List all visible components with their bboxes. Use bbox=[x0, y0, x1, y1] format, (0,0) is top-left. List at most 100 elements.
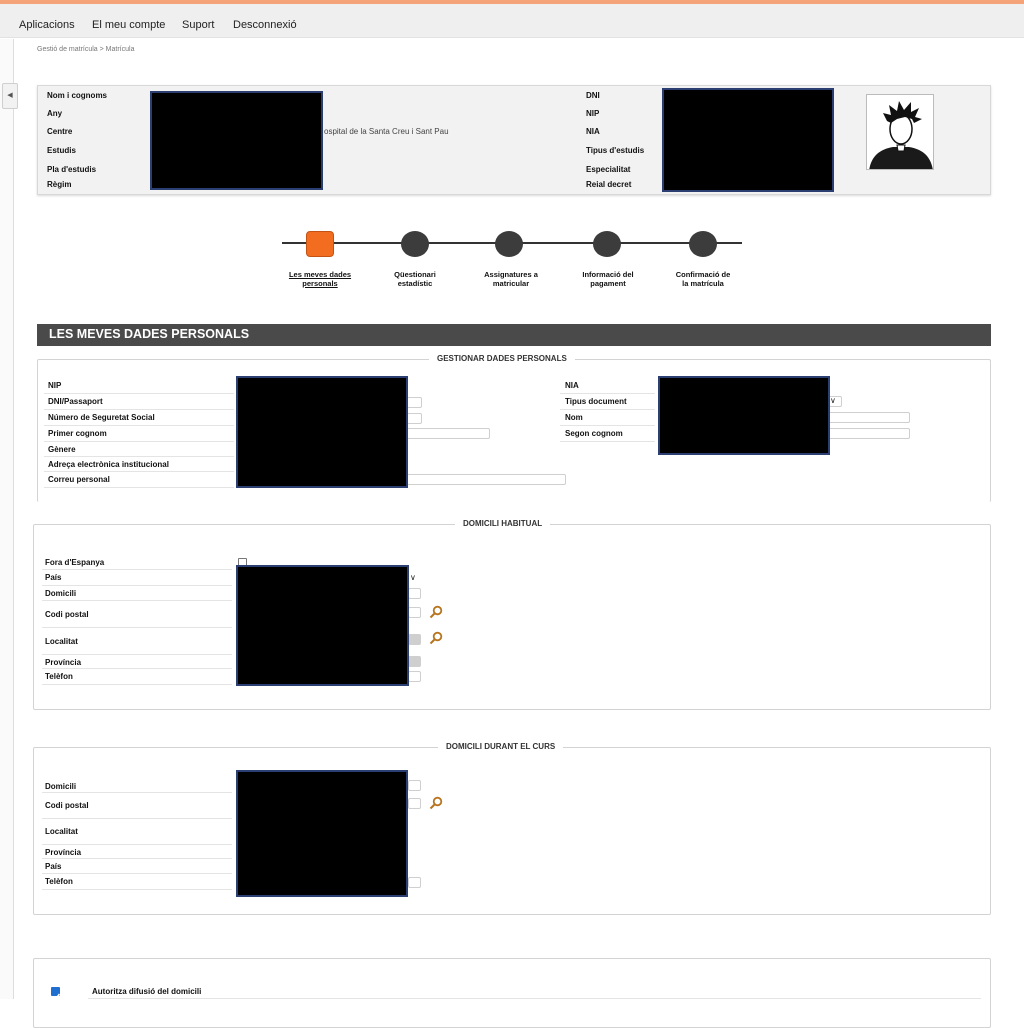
search-icon[interactable] bbox=[429, 631, 443, 645]
nip-label: NIP bbox=[586, 109, 600, 118]
step-label-4[interactable]: Informació del pagament bbox=[563, 270, 653, 288]
email-input[interactable] bbox=[400, 474, 566, 485]
surname1-input[interactable] bbox=[400, 428, 490, 439]
redacted-header-left bbox=[150, 91, 323, 190]
row-divider bbox=[42, 818, 232, 819]
step-label-1[interactable]: Les meves dades personals bbox=[275, 270, 365, 288]
collapse-arrow-icon[interactable]: ◀ bbox=[2, 83, 18, 109]
redacted-personal-right bbox=[658, 376, 830, 455]
chevron-down-icon[interactable]: ∨ bbox=[410, 573, 416, 582]
row-divider bbox=[44, 409, 234, 410]
phone-field-label: Telèfon bbox=[45, 672, 73, 681]
step-label-2[interactable]: Qüestionari estadístic bbox=[370, 270, 460, 288]
phone-input[interactable] bbox=[408, 671, 421, 682]
menu-account[interactable]: El meu compte bbox=[92, 19, 165, 31]
step-label-5-line1: Confirmació de bbox=[675, 270, 731, 279]
postal-input[interactable] bbox=[408, 607, 421, 618]
step-label-5-line2: la matrícula bbox=[682, 279, 724, 288]
dni-field-label: DNI/Passaport bbox=[48, 397, 103, 406]
row-divider bbox=[88, 998, 981, 999]
section-title: LES MEVES DADES PERSONALS bbox=[37, 324, 991, 346]
inst-email-field-label: Adreça electrònica institucional bbox=[48, 460, 169, 469]
row-divider bbox=[42, 627, 232, 628]
row-divider bbox=[42, 654, 232, 655]
course-country-field-label: País bbox=[45, 862, 62, 871]
course-province-field-label: Província bbox=[45, 848, 82, 857]
step-label-4-line1: Informació del bbox=[582, 270, 634, 279]
step-node-4[interactable] bbox=[593, 231, 621, 257]
search-icon[interactable] bbox=[429, 796, 443, 810]
row-divider bbox=[42, 873, 232, 874]
redacted-header-right bbox=[662, 88, 834, 192]
province-field-label: Província bbox=[45, 658, 82, 667]
home-address-legend: DOMICILI HABITUAL bbox=[455, 519, 551, 528]
row-divider bbox=[42, 844, 232, 845]
province-input[interactable] bbox=[408, 656, 421, 667]
enrolment-steps: Les meves dades personals Qüestionari es… bbox=[280, 228, 745, 298]
locality-input[interactable] bbox=[408, 634, 421, 645]
step-node-1[interactable] bbox=[306, 231, 334, 257]
step-node-3[interactable] bbox=[495, 231, 523, 257]
year-label: Any bbox=[47, 109, 63, 118]
country-field-label: País bbox=[45, 573, 62, 582]
course-address-input[interactable] bbox=[408, 780, 421, 791]
authorize-label: Autoritza difusió del domicili bbox=[92, 987, 202, 996]
row-divider bbox=[560, 441, 655, 442]
row-divider bbox=[560, 393, 655, 394]
step-label-3-line1: Assignatures a bbox=[484, 270, 538, 279]
check-icon bbox=[52, 993, 61, 1000]
search-icon[interactable] bbox=[429, 605, 443, 619]
name-field-label: Nom bbox=[565, 413, 583, 422]
row-divider bbox=[44, 425, 234, 426]
row-divider bbox=[42, 600, 232, 601]
row-divider bbox=[44, 441, 234, 442]
side-panel: ◀ bbox=[0, 39, 18, 999]
regime-label: Règim bbox=[47, 180, 72, 189]
menu-support[interactable]: Suport bbox=[182, 19, 214, 31]
row-divider bbox=[44, 471, 234, 472]
nia-label: NIA bbox=[586, 127, 600, 136]
step-node-2[interactable] bbox=[401, 231, 429, 257]
row-divider bbox=[42, 585, 232, 586]
course-phone-field-label: Telèfon bbox=[45, 877, 73, 886]
doctype-field-label: Tipus document bbox=[565, 397, 627, 406]
course-address-field-label: Domicili bbox=[45, 782, 77, 791]
redacted-course-address bbox=[236, 770, 408, 897]
surname1-field-label: Primer cognom bbox=[48, 429, 107, 438]
row-divider bbox=[44, 487, 234, 488]
step-node-5[interactable] bbox=[689, 231, 717, 257]
menu-logout[interactable]: Desconnexió bbox=[233, 19, 297, 31]
step-label-2-line2: estadístic bbox=[397, 279, 433, 288]
plan-label: Pla d'estudis bbox=[47, 165, 97, 174]
row-divider bbox=[560, 425, 655, 426]
address-field-label: Domicili bbox=[45, 589, 77, 598]
step-label-3-line2: matricular bbox=[492, 279, 530, 288]
menu-bar: Aplicacions El meu compte Suport Desconn… bbox=[0, 4, 1024, 38]
nia-field-label: NIA bbox=[565, 381, 579, 390]
row-divider bbox=[42, 858, 232, 859]
ss-field-label: Número de Seguretat Social bbox=[48, 413, 155, 422]
authorize-checkbox[interactable] bbox=[51, 987, 61, 1000]
name-input[interactable] bbox=[826, 412, 910, 423]
row-divider bbox=[42, 668, 232, 669]
redacted-personal-left bbox=[236, 376, 408, 488]
redacted-home-address bbox=[236, 565, 409, 686]
step-label-5[interactable]: Confirmació de la matrícula bbox=[658, 270, 748, 288]
abroad-field-label: Fora d'Espanya bbox=[45, 558, 105, 567]
course-postal-input[interactable] bbox=[408, 798, 421, 809]
name-label: Nom i cognoms bbox=[47, 91, 108, 100]
studies-label: Estudis bbox=[47, 146, 76, 155]
step-label-2-line1: Qüestionari bbox=[394, 270, 436, 279]
row-divider bbox=[42, 889, 232, 890]
postal-field-label: Codi postal bbox=[45, 610, 89, 619]
address-input[interactable] bbox=[408, 588, 421, 599]
specialty-label: Especialitat bbox=[586, 165, 631, 174]
home-address-fieldset: DOMICILI HABITUAL bbox=[33, 519, 991, 710]
menu-apps[interactable]: Aplicacions bbox=[19, 19, 75, 31]
row-divider bbox=[560, 409, 655, 410]
surname2-input[interactable] bbox=[826, 428, 910, 439]
course-phone-input[interactable] bbox=[408, 877, 421, 888]
chevron-down-icon[interactable]: ∨ bbox=[830, 396, 836, 405]
step-label-1-line1: Les meves dades bbox=[288, 270, 352, 279]
step-label-3[interactable]: Assignatures a matricular bbox=[466, 270, 556, 288]
